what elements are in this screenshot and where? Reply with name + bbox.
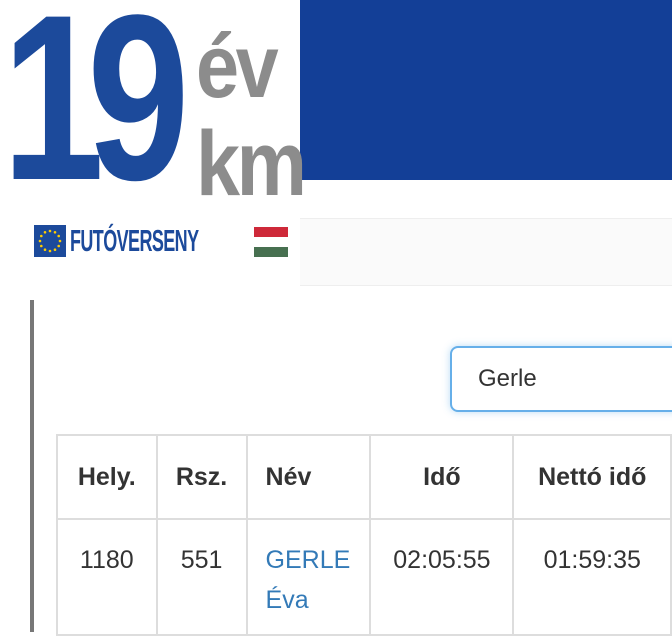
content-left-border xyxy=(30,300,34,632)
cell-place: 1180 xyxy=(56,518,158,636)
column-header-name[interactable]: Név xyxy=(245,434,372,520)
logo-tagline: FUTÓVERSENY xyxy=(70,223,199,258)
logo-unit-km: km xyxy=(196,113,307,215)
search-input[interactable] xyxy=(450,346,672,412)
header-band xyxy=(300,0,672,180)
column-header-place[interactable]: Hely. xyxy=(56,434,158,520)
cell-time: 02:05:55 xyxy=(369,518,515,636)
nav-bar xyxy=(300,218,672,286)
logo-number: 19 xyxy=(2,0,190,230)
runner-name-link[interactable]: GERLE Éva xyxy=(266,546,351,614)
cell-bib: 551 xyxy=(155,518,248,636)
column-header-bib[interactable]: Rsz. xyxy=(155,434,248,520)
table-header-row: Hely. Rsz. Név Idő Nettó idő xyxy=(56,434,672,520)
runner-surname: GERLE xyxy=(265,546,351,574)
site-logo[interactable]: 19 év km FUTÓVERSENY xyxy=(0,0,307,286)
logo-unit-years: év xyxy=(196,17,279,117)
cell-net-time: 01:59:35 xyxy=(512,518,672,636)
runner-firstname: Éva xyxy=(265,586,309,614)
eu-flag-icon xyxy=(34,225,66,257)
table-row: 1180 551 GERLE Éva 02:05:55 01:59:35 xyxy=(56,518,672,636)
hungarian-flag-icon xyxy=(254,227,288,257)
column-header-net-time[interactable]: Nettó idő xyxy=(512,434,672,520)
column-header-time[interactable]: Idő xyxy=(369,434,515,520)
cell-name: GERLE Éva xyxy=(245,518,372,636)
results-table: Hely. Rsz. Név Idő Nettó idő 1180 551 GE… xyxy=(56,434,672,636)
